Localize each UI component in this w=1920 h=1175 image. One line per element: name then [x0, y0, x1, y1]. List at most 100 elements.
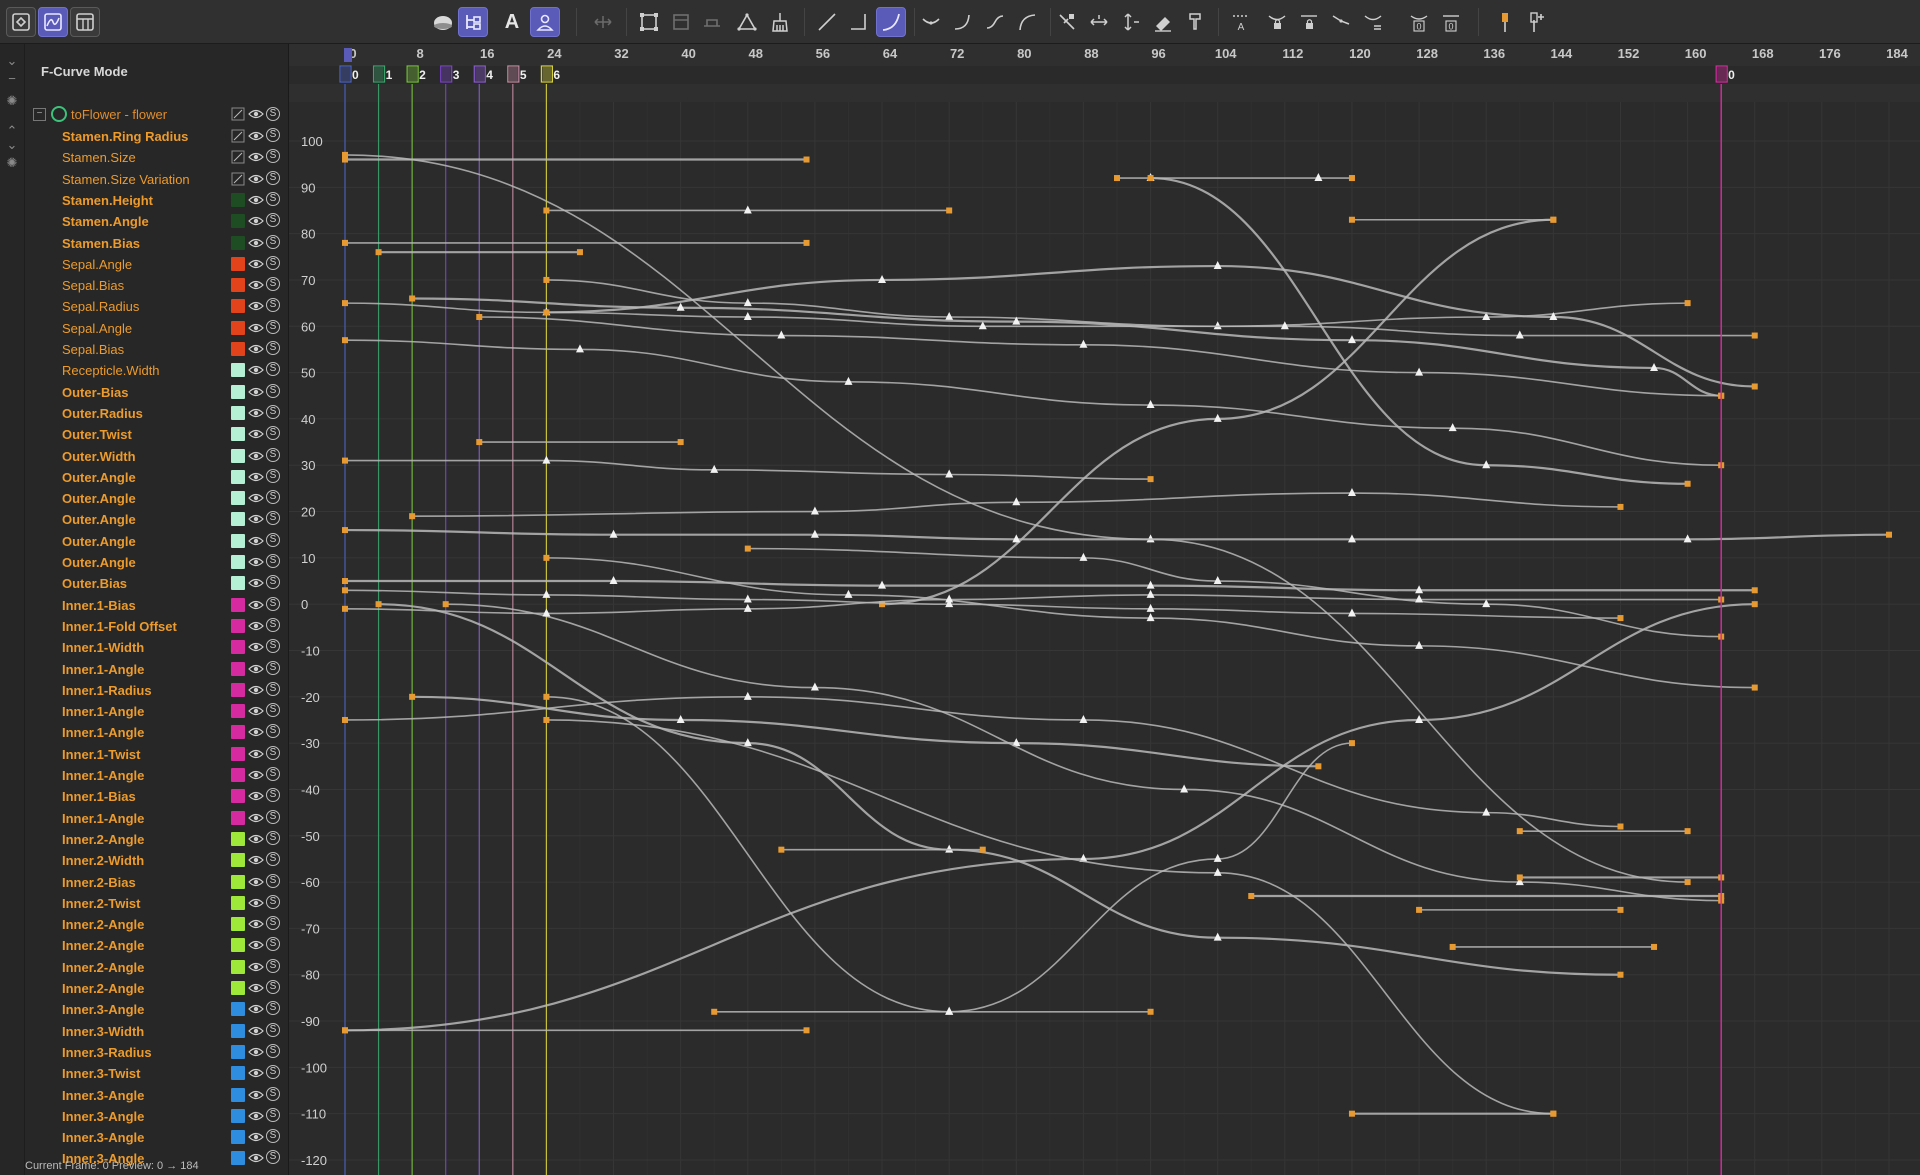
- weight-horizontal-icon[interactable]: [1084, 7, 1114, 37]
- eye-icon[interactable]: [248, 896, 264, 910]
- solo-toggle[interactable]: S: [266, 1107, 280, 1122]
- stamp-icon[interactable]: [1180, 7, 1210, 37]
- dope-sheet-icon[interactable]: [70, 7, 100, 37]
- solo-toggle[interactable]: S: [266, 447, 280, 462]
- range-icon[interactable]: [697, 7, 727, 37]
- eye-icon[interactable]: [248, 321, 264, 335]
- eye-icon[interactable]: [248, 1024, 264, 1038]
- eye-icon[interactable]: [248, 278, 264, 292]
- track-color-swatch[interactable]: [231, 342, 245, 356]
- track-row[interactable]: Stamen.Bias S: [25, 233, 288, 254]
- solo-toggle[interactable]: S: [266, 596, 280, 611]
- track-row[interactable]: Outer.Angle S: [25, 488, 288, 509]
- frame-all-icon[interactable]: [634, 7, 664, 37]
- track-color-swatch[interactable]: [231, 1087, 245, 1102]
- eye-icon[interactable]: [248, 107, 264, 121]
- weight-vertical-icon[interactable]: [1116, 7, 1146, 37]
- track-row[interactable]: Inner.2-Bias S: [25, 872, 288, 893]
- track-color-swatch[interactable]: [231, 256, 245, 271]
- solo-toggle[interactable]: S: [266, 1001, 280, 1016]
- track-row[interactable]: Stamen.Size S: [25, 147, 288, 168]
- track-color-swatch[interactable]: [231, 597, 245, 612]
- track-row[interactable]: Outer.Radius S: [25, 403, 288, 424]
- break-tangent-icon[interactable]: [1052, 7, 1082, 37]
- solo-toggle[interactable]: S: [266, 107, 280, 121]
- track-color-swatch[interactable]: [231, 576, 245, 591]
- track-row[interactable]: Inner.3-Angle S: [25, 1085, 288, 1106]
- auto-tangent-icon[interactable]: A: [1226, 7, 1256, 37]
- solo-toggle[interactable]: S: [266, 958, 280, 973]
- track-row[interactable]: Inner.2-Width S: [25, 850, 288, 871]
- eye-icon[interactable]: [248, 853, 264, 867]
- eye-icon[interactable]: [248, 598, 264, 612]
- eye-icon[interactable]: [248, 725, 264, 739]
- eye-icon[interactable]: [248, 129, 264, 143]
- eye-icon[interactable]: [248, 342, 264, 356]
- track-row[interactable]: Outer.Width S: [25, 446, 288, 467]
- edit-icon[interactable]: [231, 150, 245, 164]
- solo-toggle[interactable]: S: [266, 681, 280, 696]
- solo-toggle[interactable]: S: [266, 937, 280, 952]
- collapse-toggle[interactable]: −: [33, 108, 46, 121]
- eye-icon[interactable]: [248, 981, 264, 995]
- eye-icon[interactable]: [248, 427, 264, 441]
- track-row[interactable]: Recepticle.Width S: [25, 360, 288, 381]
- move-icon[interactable]: [588, 7, 618, 37]
- track-row[interactable]: Stamen.Size Variation S: [25, 169, 288, 190]
- flat-tangent-icon[interactable]: [1326, 7, 1356, 37]
- solo-toggle[interactable]: S: [266, 703, 280, 718]
- track-color-swatch[interactable]: [231, 1044, 245, 1059]
- edit-icon[interactable]: [231, 107, 245, 121]
- track-group-row[interactable]: − toFlower - flower S: [25, 105, 288, 125]
- track-row[interactable]: Stamen.Angle S: [25, 211, 288, 232]
- ease-in-icon[interactable]: [948, 7, 978, 37]
- solo-toggle[interactable]: S: [266, 1086, 280, 1101]
- solo-toggle[interactable]: S: [266, 170, 280, 185]
- track-row[interactable]: Inner.1-Angle S: [25, 701, 288, 722]
- eye-icon[interactable]: [248, 576, 264, 590]
- edit-icon[interactable]: [231, 129, 245, 143]
- eye-icon[interactable]: [248, 534, 264, 548]
- solo-toggle[interactable]: S: [266, 745, 280, 760]
- solo-toggle[interactable]: S: [266, 234, 280, 249]
- eye-icon[interactable]: [248, 299, 264, 313]
- broom-icon[interactable]: [765, 7, 795, 37]
- collapse-icon[interactable]: −: [3, 70, 21, 88]
- layout-key-icon[interactable]: [6, 7, 36, 37]
- track-color-swatch[interactable]: [231, 1023, 245, 1038]
- track-row[interactable]: Inner.3-Width S: [25, 1021, 288, 1042]
- track-row[interactable]: Inner.2-Angle S: [25, 935, 288, 956]
- marker-icon[interactable]: [1490, 7, 1520, 37]
- track-color-swatch[interactable]: [231, 427, 245, 442]
- ease-out-icon[interactable]: [1012, 7, 1042, 37]
- eye-icon[interactable]: [248, 1066, 264, 1080]
- solo-toggle[interactable]: S: [266, 362, 280, 377]
- eye-icon[interactable]: [248, 832, 264, 846]
- person-filter-icon[interactable]: [530, 7, 560, 37]
- frame-selected-icon[interactable]: [666, 7, 696, 37]
- track-color-swatch[interactable]: [231, 640, 245, 655]
- track-color-swatch[interactable]: [231, 895, 245, 910]
- track-color-swatch[interactable]: [231, 320, 245, 335]
- eye-icon[interactable]: [248, 236, 264, 250]
- track-row[interactable]: Inner.2-Angle S: [25, 978, 288, 999]
- track-color-swatch[interactable]: [231, 661, 245, 676]
- track-color-swatch[interactable]: [231, 959, 245, 974]
- track-row[interactable]: Inner.3-Radius S: [25, 1042, 288, 1063]
- solo-toggle[interactable]: S: [266, 319, 280, 334]
- solo-toggle[interactable]: S: [266, 894, 280, 909]
- eye-icon[interactable]: [248, 789, 264, 803]
- track-row[interactable]: Inner.1-Bias S: [25, 786, 288, 807]
- solo-toggle[interactable]: S: [266, 617, 280, 632]
- track-row[interactable]: Inner.3-Angle S: [25, 1106, 288, 1127]
- bezier-smooth-icon[interactable]: [916, 7, 946, 37]
- fcurve-graph[interactable]: 1009080706050403020100-10-20-30-40-50-60…: [289, 44, 1920, 1175]
- edit-icon[interactable]: [231, 172, 245, 186]
- eye-icon[interactable]: [248, 875, 264, 889]
- track-color-swatch[interactable]: [231, 1130, 245, 1145]
- eye-icon[interactable]: [248, 491, 264, 505]
- s-curve-icon[interactable]: [980, 7, 1010, 37]
- track-row[interactable]: Inner.1-Angle S: [25, 659, 288, 680]
- eye-icon[interactable]: [248, 683, 264, 697]
- linear-curve-icon[interactable]: [812, 7, 842, 37]
